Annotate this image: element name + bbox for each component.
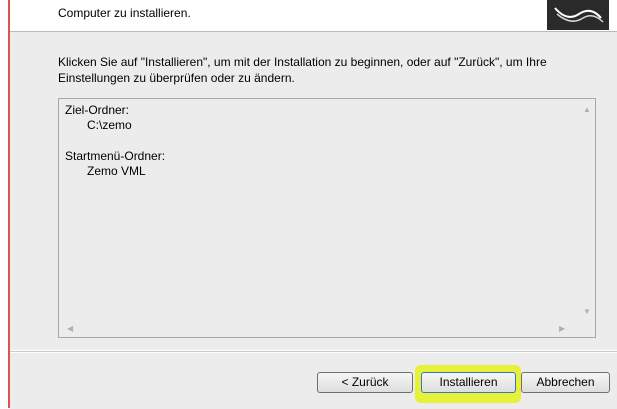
wizard-header: Computer zu installieren. — [10, 0, 617, 32]
setup-logo-icon — [547, 0, 609, 30]
horizontal-scrollbar[interactable]: ◀ ▶ — [59, 320, 578, 337]
scroll-up-arrow-icon[interactable]: ▲ — [583, 105, 591, 115]
back-button[interactable]: < Zurück — [317, 372, 413, 393]
cancel-button[interactable]: Abbrechen — [521, 372, 610, 393]
wizard-body: Klicken Sie auf "Installieren", um mit d… — [10, 32, 617, 350]
summary-box[interactable]: Ziel-Ordner: C:\zemo Startmenü-Ordner: Z… — [58, 98, 596, 338]
install-button[interactable]: Installieren — [421, 372, 516, 393]
summary-content: Ziel-Ordner: C:\zemo Startmenü-Ordner: Z… — [65, 103, 165, 179]
scrollbar-corner — [578, 320, 595, 337]
startmenu-folder-label: Startmenü-Ordner: — [65, 149, 166, 163]
scroll-left-arrow-icon[interactable]: ◀ — [67, 324, 73, 334]
dest-folder-value: C:\zemo — [87, 118, 132, 132]
scroll-down-arrow-icon[interactable]: ▼ — [583, 307, 591, 317]
wizard-footer: < Zurück Installieren Abbrechen — [10, 351, 617, 409]
install-description: Klicken Sie auf "Installieren", um mit d… — [58, 55, 547, 85]
startmenu-folder-value: Zemo VML — [87, 164, 146, 178]
scroll-right-arrow-icon[interactable]: ▶ — [559, 324, 565, 334]
header-subtitle: Computer zu installieren. — [58, 6, 191, 20]
vertical-scrollbar[interactable]: ▲ ▼ — [578, 99, 595, 321]
dest-folder-label: Ziel-Ordner: — [65, 103, 130, 117]
window-left-strip — [0, 0, 8, 408]
